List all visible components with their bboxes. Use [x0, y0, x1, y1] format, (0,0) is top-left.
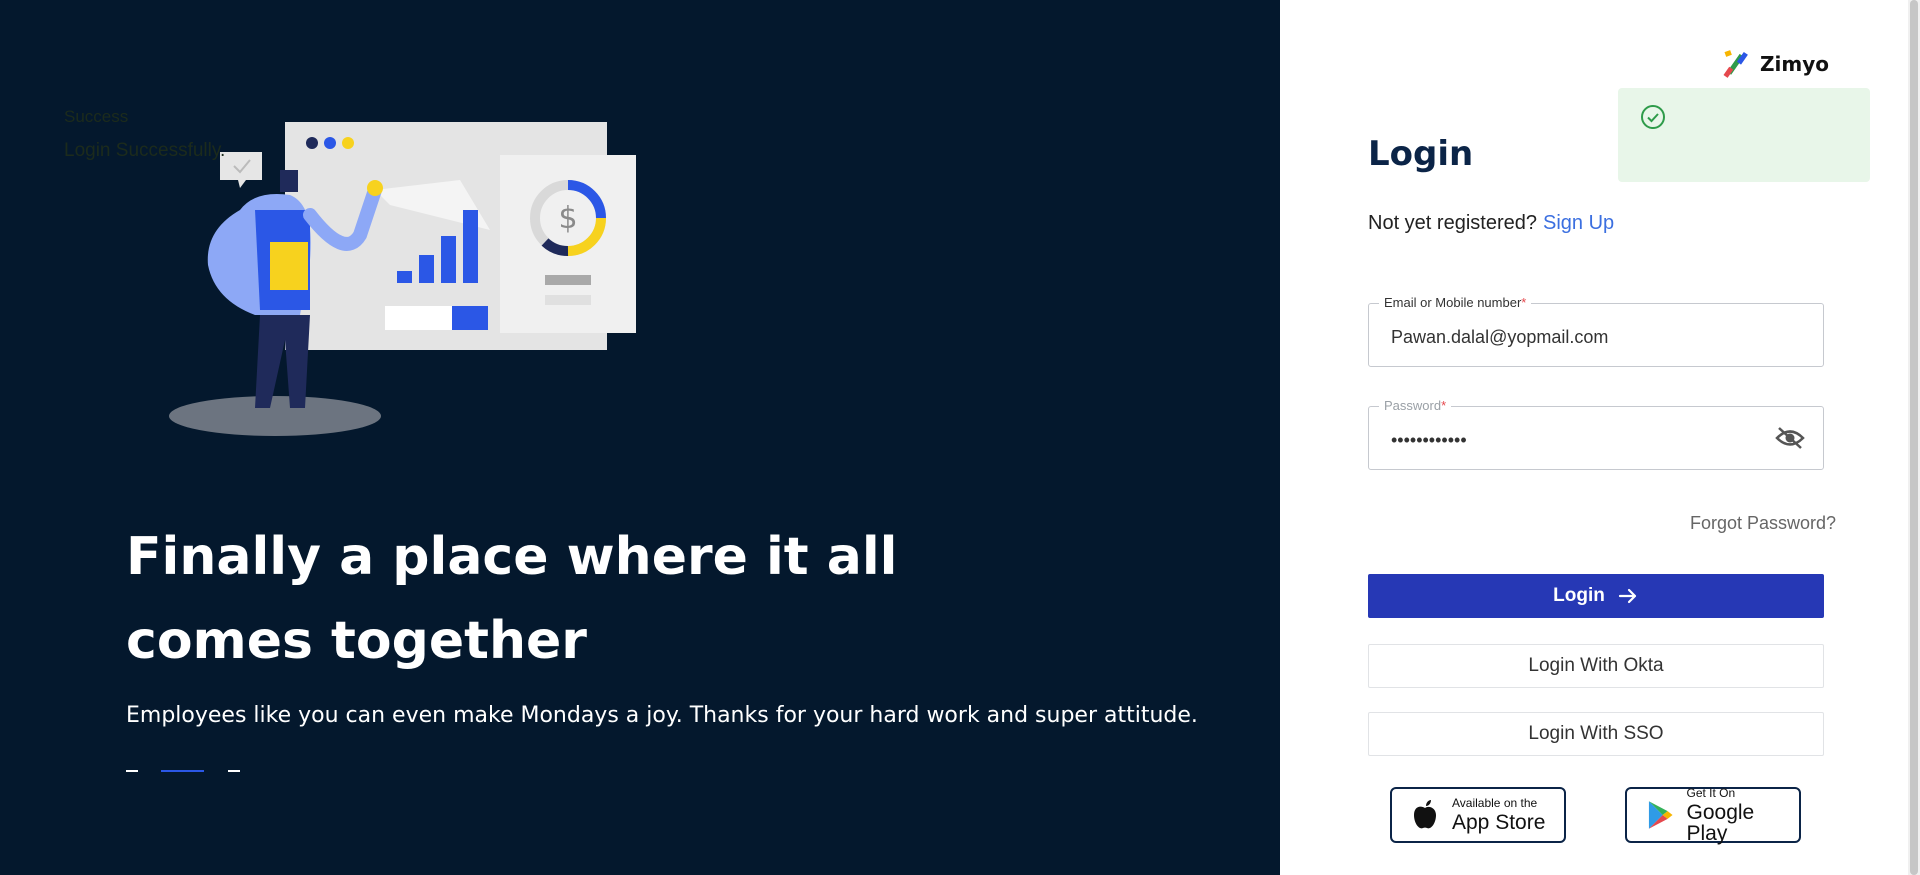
login-with-okta-button[interactable]: Login With Okta — [1368, 644, 1824, 688]
hero-panel: $ Finally a place where it all comes tog… — [0, 0, 1280, 875]
forgot-password-link[interactable]: Forgot Password? — [1690, 513, 1836, 534]
login-button-label: Login — [1553, 585, 1605, 606]
hero-headline: Finally a place where it all comes toget… — [126, 527, 898, 671]
google-play-icon — [1648, 801, 1673, 829]
google-play-small-text: Get It On — [1686, 785, 1736, 800]
register-prompt: Not yet registered? Sign Up — [1368, 212, 1614, 235]
check-circle-icon — [1641, 105, 1665, 129]
brand-name: Zimyo — [1760, 52, 1829, 76]
password-input[interactable] — [1389, 425, 1773, 455]
email-label-text: Email or Mobile number — [1384, 295, 1522, 310]
eye-off-icon[interactable] — [1775, 425, 1805, 451]
carousel-dot[interactable] — [228, 770, 240, 772]
page-scrollbar[interactable] — [1908, 0, 1920, 875]
toast-title: Success — [64, 107, 129, 126]
signup-link[interactable]: Sign Up — [1543, 212, 1614, 234]
hero-subtext: Employees like you can even make Mondays… — [126, 703, 1198, 728]
login-with-sso-button[interactable]: Login With SSO — [1368, 712, 1824, 756]
success-toast — [1618, 88, 1870, 182]
apple-icon — [1414, 800, 1436, 829]
password-label-text: Password — [1384, 398, 1442, 413]
arrow-right-icon — [1618, 588, 1636, 604]
app-store-big-text: App Store — [1452, 811, 1546, 834]
carousel-dot[interactable] — [126, 770, 138, 772]
required-asterisk: * — [1521, 295, 1527, 310]
password-field: Password* — [1368, 398, 1824, 470]
password-label: Password* — [1379, 398, 1452, 413]
toast-message: Login Successfully. — [64, 140, 226, 161]
hero-illustration: $ — [169, 122, 636, 436]
dollar-icon: $ — [558, 201, 577, 236]
scrollbar-thumb[interactable] — [1910, 0, 1918, 875]
app-store-small-text: Available on the — [1452, 796, 1538, 810]
email-field: Email or Mobile number* — [1368, 295, 1824, 367]
email-input[interactable] — [1389, 322, 1773, 352]
email-label: Email or Mobile number* — [1379, 295, 1532, 310]
app-store-badge[interactable]: Available on the App Store — [1390, 787, 1566, 843]
google-play-big-text: Google Play — [1686, 800, 1755, 845]
login-button[interactable]: Login — [1368, 574, 1824, 618]
register-text: Not yet registered? — [1368, 212, 1537, 234]
google-play-badge[interactable]: Get It On Google Play — [1625, 785, 1801, 845]
zimyo-logo-icon — [1723, 50, 1748, 78]
login-title: Login — [1368, 134, 1474, 174]
brand-logo: Zimyo — [1722, 48, 1829, 80]
required-asterisk: * — [1441, 398, 1447, 413]
carousel-dot-active[interactable] — [161, 770, 204, 772]
